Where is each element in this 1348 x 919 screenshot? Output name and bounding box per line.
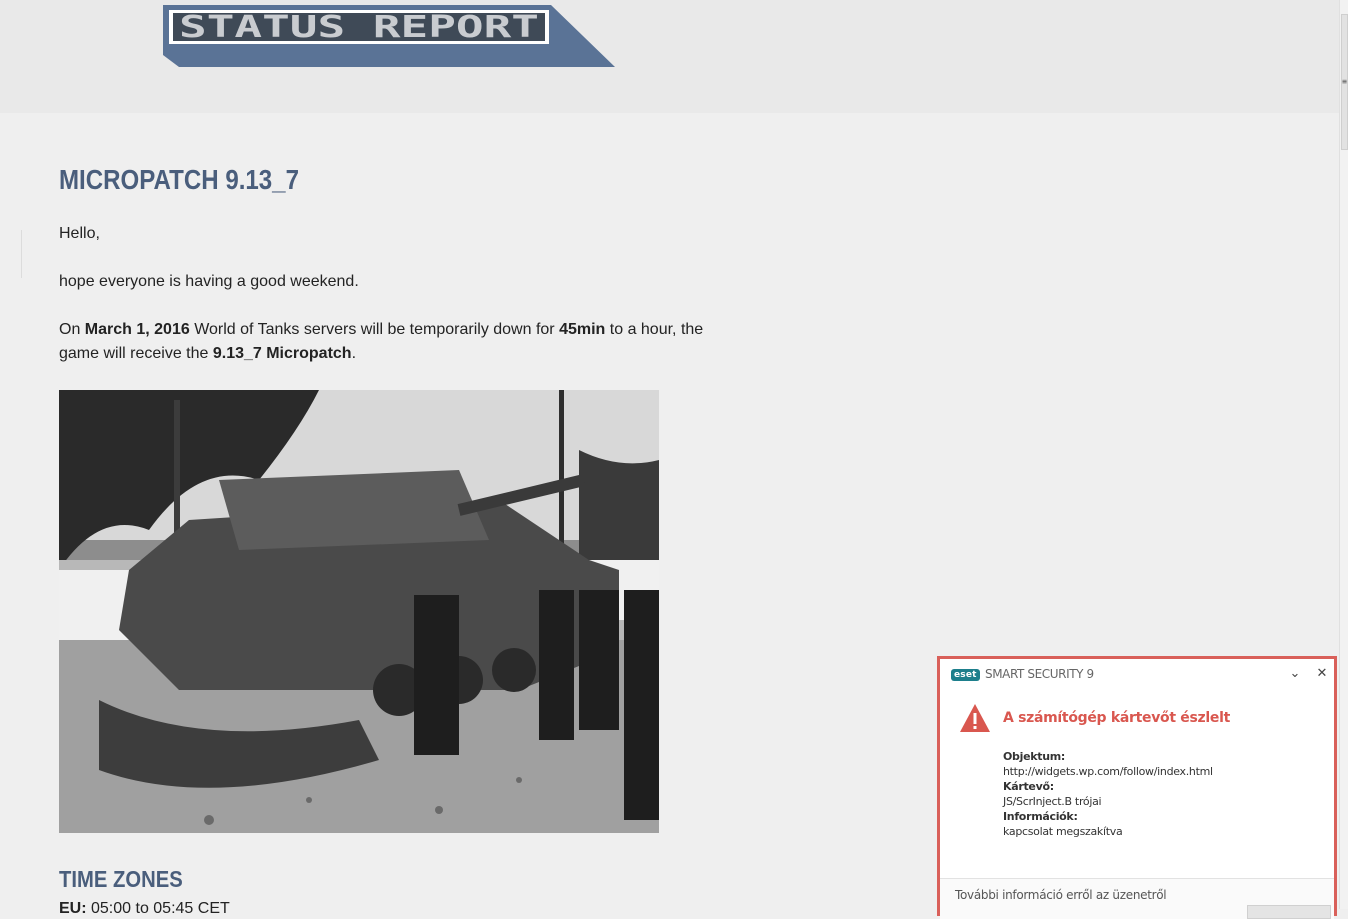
intro-text: hope everyone is having a good weekend.: [59, 273, 359, 290]
site-header: STATUS REPORT: [0, 0, 1340, 113]
threat-value: JS/ScrInject.B trójai: [1003, 795, 1102, 808]
alert-title: A számítógép kártevőt észlelt: [1003, 710, 1230, 726]
scroll-grip-icon: ≡: [1342, 77, 1347, 86]
time-zones-heading: TIME ZONES: [59, 866, 183, 892]
article-title: MICROPATCH 9.13_7: [59, 164, 299, 195]
side-divider: [21, 230, 22, 278]
tank-photo: [59, 390, 659, 833]
eset-logo: eset: [951, 669, 980, 681]
logo-text: STATUS REPORT: [179, 10, 539, 45]
timezone-line: EU: 05:00 to 05:45 CET: [59, 900, 230, 917]
eset-popup-header: eset SMART SECURITY 9 ⌄ ✕: [940, 659, 1334, 689]
warning-icon: [959, 703, 991, 733]
object-value: http://widgets.wp.com/follow/index.html: [1003, 765, 1213, 778]
article: MICROPATCH 9.13_7 Hello, hope everyone i…: [59, 160, 739, 917]
close-icon[interactable]: ✕: [1314, 666, 1330, 682]
status-report-logo[interactable]: STATUS REPORT: [163, 5, 615, 69]
more-info-link[interactable]: További információ erről az üzenetről: [955, 888, 1167, 902]
eset-product-name: SMART SECURITY 9: [985, 667, 1094, 681]
alert-details: Objektum: http://widgets.wp.com/follow/i…: [1003, 749, 1213, 839]
info-value: kapcsolat megszakítva: [1003, 825, 1123, 838]
greeting: Hello,: [59, 225, 100, 242]
object-label: Objektum:: [1003, 750, 1066, 763]
threat-label: Kártevő:: [1003, 780, 1054, 793]
eset-action-button[interactable]: [1247, 905, 1331, 919]
page-scrollbar[interactable]: ≡: [1339, 0, 1348, 909]
eset-alert-popup: eset SMART SECURITY 9 ⌄ ✕ A számítógép k…: [937, 656, 1337, 919]
info-label: Információk:: [1003, 810, 1078, 823]
announcement-text: On March 1, 2016 World of Tanks servers …: [59, 321, 704, 362]
eset-popup-footer: További információ erről az üzenetről: [940, 878, 1334, 919]
chevron-down-icon[interactable]: ⌄: [1287, 666, 1303, 682]
